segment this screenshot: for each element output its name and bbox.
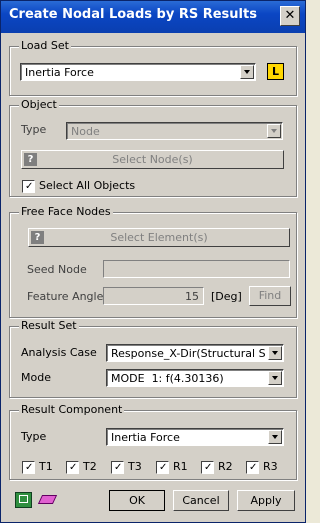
component-type-value: Inertia Force xyxy=(111,431,180,444)
check-icon: ✓ xyxy=(25,181,34,192)
cancel-button[interactable]: Cancel xyxy=(173,490,229,511)
check-icon: ✓ xyxy=(249,462,258,473)
check-icon: ✓ xyxy=(25,462,34,473)
model-view-icon[interactable] xyxy=(15,492,32,508)
select-all-checkbox[interactable]: ✓ xyxy=(22,180,35,193)
check-r2[interactable]: ✓ xyxy=(201,461,214,474)
analysis-case-select[interactable]: Response_X-Dir(Structural Spect xyxy=(106,344,284,362)
dialog-window: Create Nodal Loads by RS Results ✕ Load … xyxy=(0,0,306,523)
object-type-select[interactable]: Node xyxy=(66,122,283,140)
seed-node-label: Seed Node xyxy=(27,263,87,276)
load-set-list-icon[interactable]: L xyxy=(267,63,284,80)
check-t3[interactable]: ✓ xyxy=(111,461,124,474)
check-t2-label: T2 xyxy=(83,460,97,473)
component-type-label: Type xyxy=(21,430,47,443)
check-icon: ✓ xyxy=(204,462,213,473)
check-t1[interactable]: ✓ xyxy=(22,461,35,474)
object-title: Object xyxy=(19,98,59,111)
chevron-down-icon[interactable] xyxy=(268,371,282,385)
select-nodes-button[interactable]: ? Select Node(s) xyxy=(21,150,284,169)
object-type-label: Type xyxy=(21,123,47,136)
ok-button[interactable]: OK xyxy=(109,490,165,511)
mode-label: Mode xyxy=(21,371,51,384)
result-set-group: Result Set Analysis Case Response_X-Dir(… xyxy=(9,319,297,398)
chevron-down-icon[interactable] xyxy=(240,65,254,79)
check-t3-label: T3 xyxy=(128,460,142,473)
analysis-case-value: Response_X-Dir(Structural Spect xyxy=(111,347,265,360)
feature-angle-field[interactable]: 15 xyxy=(103,287,204,305)
mode-select[interactable]: MODE 1: f(4.30136) xyxy=(106,369,284,387)
check-r3[interactable]: ✓ xyxy=(246,461,259,474)
close-button[interactable]: ✕ xyxy=(280,6,300,26)
feature-angle-value: 15 xyxy=(185,290,199,303)
check-icon: ✓ xyxy=(69,462,78,473)
free-face-title: Free Face Nodes xyxy=(19,205,113,218)
select-nodes-label: Select Node(s) xyxy=(112,153,193,166)
seed-node-field[interactable] xyxy=(103,260,290,278)
feature-angle-label: Feature Angle xyxy=(27,290,104,303)
analysis-case-label: Analysis Case xyxy=(21,346,97,359)
result-component-title: Result Component xyxy=(19,403,125,416)
load-set-select[interactable]: Inertia Force xyxy=(20,63,256,81)
check-t2[interactable]: ✓ xyxy=(66,461,79,474)
load-set-title: Load Set xyxy=(19,39,71,52)
find-button[interactable]: Find xyxy=(249,286,291,306)
help-icon: ? xyxy=(31,231,44,244)
chevron-down-icon[interactable] xyxy=(268,430,282,444)
feature-angle-unit: [Deg] xyxy=(211,290,242,303)
check-icon: ✓ xyxy=(159,462,168,473)
result-component-group: Result Component Type Inertia Force ✓ T1… xyxy=(9,403,297,480)
free-face-group: Free Face Nodes ? Select Element(s) Seed… xyxy=(9,205,297,318)
check-t1-label: T1 xyxy=(39,460,53,473)
select-elements-label: Select Element(s) xyxy=(110,231,208,244)
select-all-label: Select All Objects xyxy=(39,179,136,192)
object-group: Object Type Node ? Select Node(s) ✓ Sele… xyxy=(9,98,297,197)
check-r1[interactable]: ✓ xyxy=(156,461,169,474)
dialog-client: Load Set Inertia Force L Object Type Nod… xyxy=(1,33,305,522)
component-type-select[interactable]: Inertia Force xyxy=(106,428,284,446)
load-set-group: Load Set Inertia Force L xyxy=(9,39,297,96)
check-icon: ✓ xyxy=(114,462,123,473)
select-elements-button[interactable]: ? Select Element(s) xyxy=(28,228,290,247)
apply-button[interactable]: Apply xyxy=(237,490,295,511)
result-set-title: Result Set xyxy=(19,319,79,332)
check-r1-label: R1 xyxy=(173,460,188,473)
chevron-down-icon[interactable] xyxy=(268,346,282,360)
title-bar[interactable]: Create Nodal Loads by RS Results ✕ xyxy=(1,1,305,33)
object-type-value: Node xyxy=(71,125,100,138)
eraser-icon[interactable] xyxy=(37,492,58,508)
load-set-value: Inertia Force xyxy=(25,66,94,79)
mode-value: MODE 1: f(4.30136) xyxy=(111,372,224,385)
window-title: Create Nodal Loads by RS Results xyxy=(9,7,257,22)
check-r2-label: R2 xyxy=(218,460,233,473)
chevron-down-icon[interactable] xyxy=(267,124,281,138)
help-icon: ? xyxy=(24,153,37,166)
check-r3-label: R3 xyxy=(263,460,278,473)
